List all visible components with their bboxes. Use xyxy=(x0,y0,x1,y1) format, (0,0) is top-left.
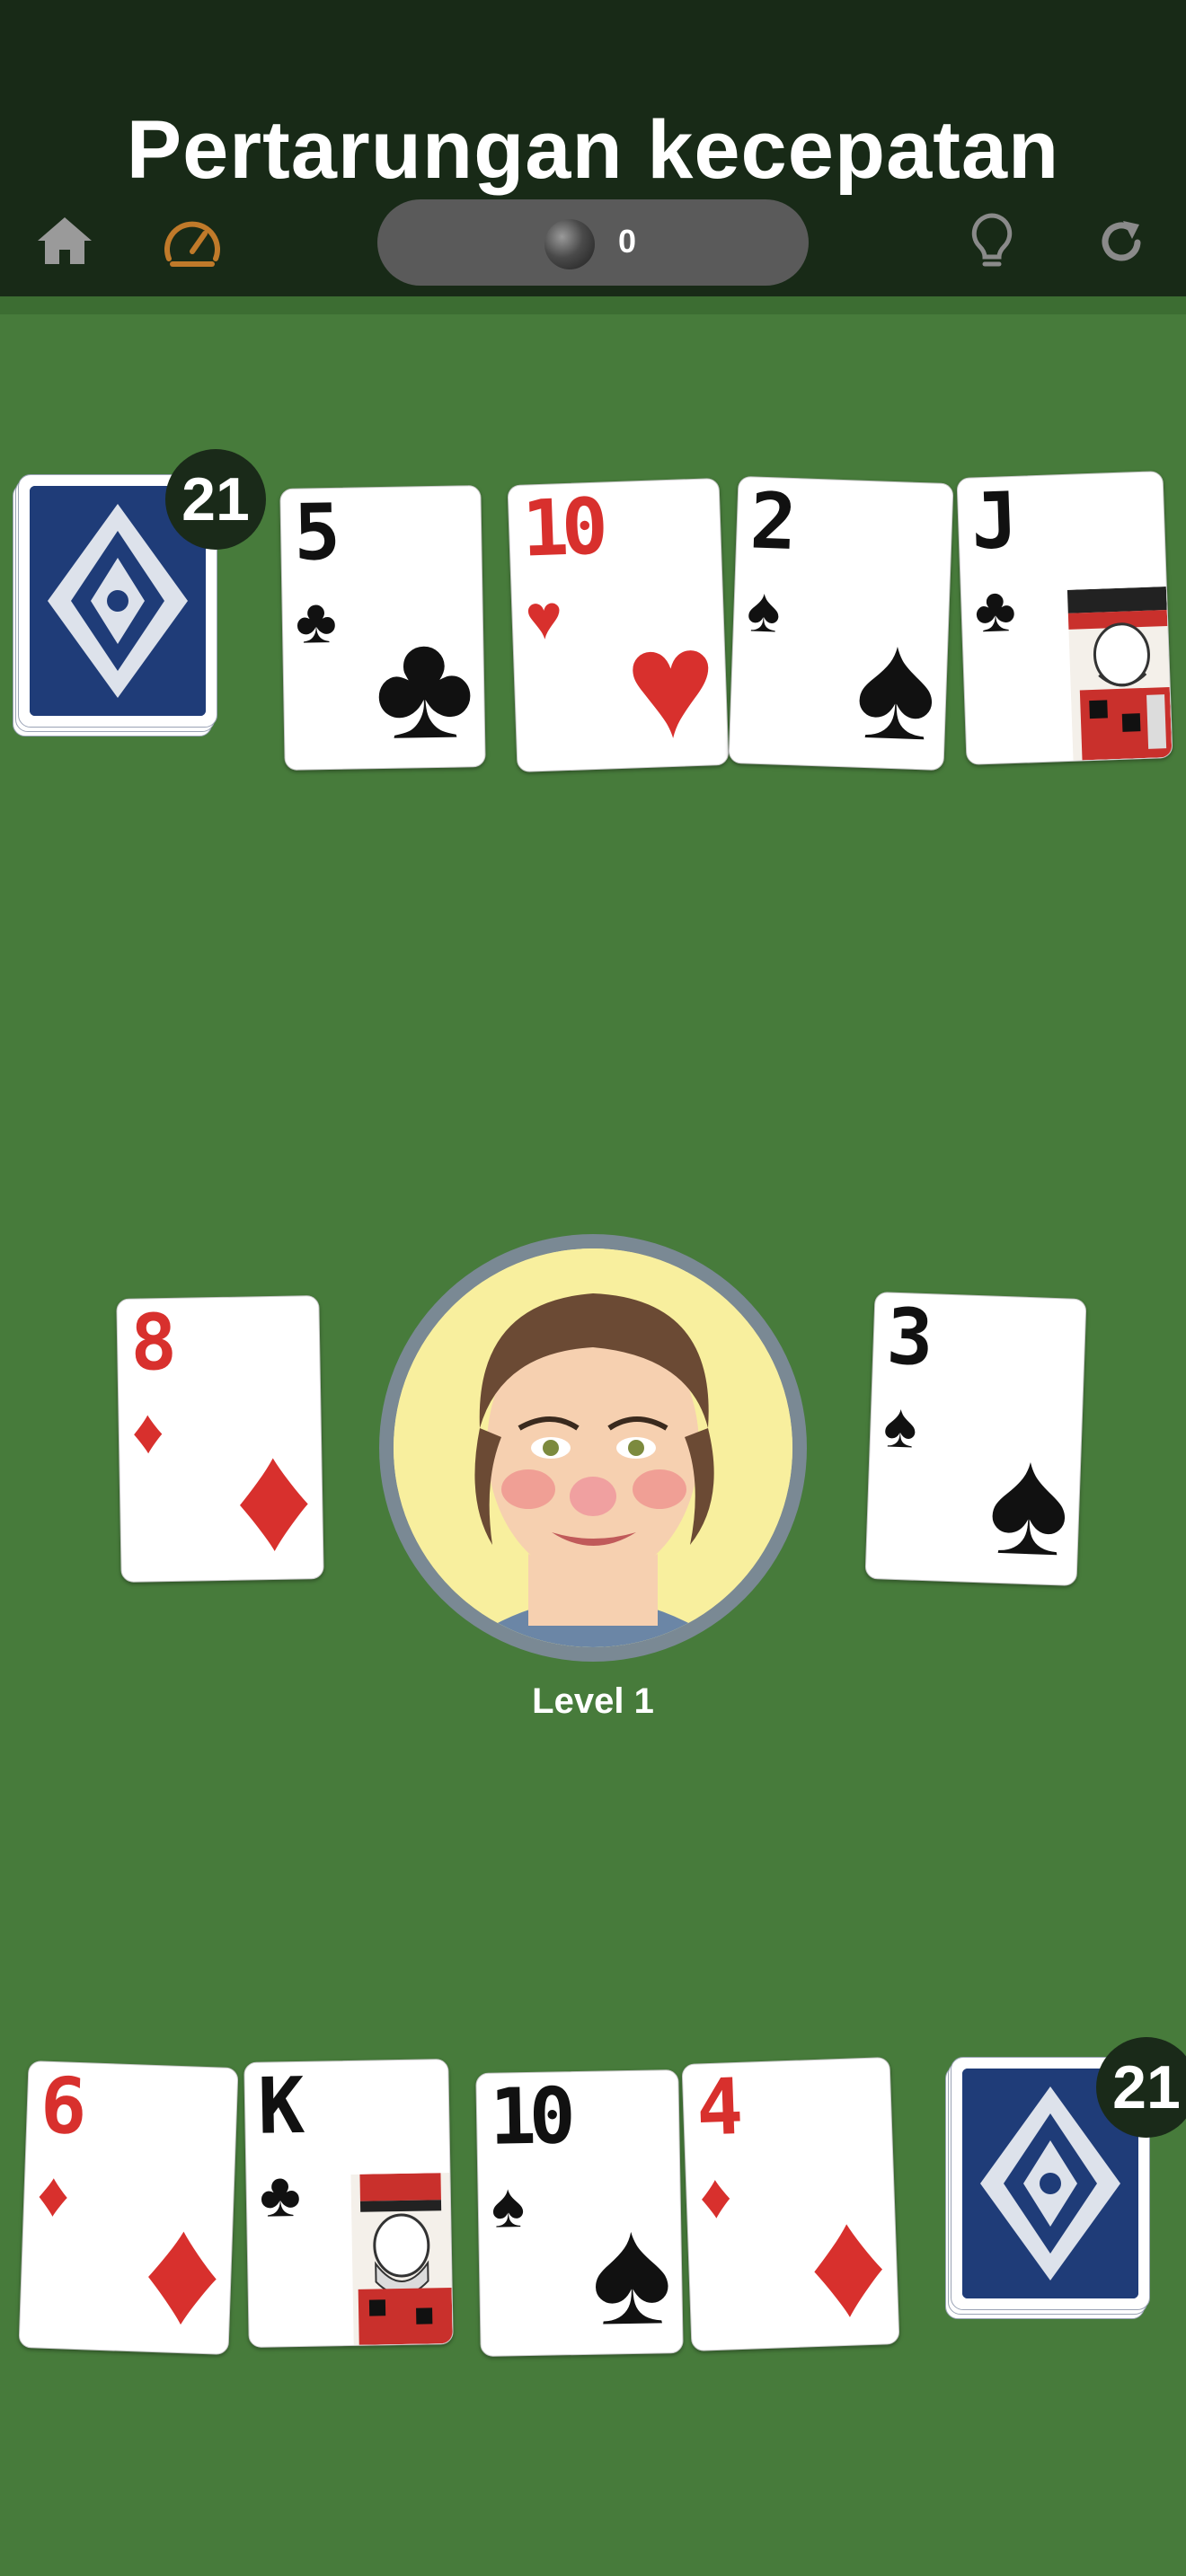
opponent-card-1: 5 ♣ ♣ xyxy=(279,485,486,771)
diamond-icon: ♦ xyxy=(140,2183,225,2355)
header-divider xyxy=(0,296,1186,314)
card-rank: J xyxy=(969,476,1013,568)
home-icon[interactable] xyxy=(36,216,93,266)
speedometer-icon[interactable] xyxy=(164,214,221,268)
diamond-icon: ♦ xyxy=(806,2176,890,2351)
diamond-icon: ♦ xyxy=(233,1411,314,1583)
spade-icon: ♠ xyxy=(589,2185,674,2357)
opponent-level-label: Level 1 xyxy=(532,1681,654,1721)
player-card-3[interactable]: 10 ♠ ♠ xyxy=(475,2069,684,2357)
card-rank: 2 xyxy=(748,476,792,568)
score-display: 0 xyxy=(377,199,809,286)
card-rank: 3 xyxy=(885,1292,928,1383)
coin-icon xyxy=(544,219,595,269)
opponent-avatar xyxy=(379,1234,807,1662)
page-title: Pertarungan kecepatan xyxy=(126,104,1060,196)
heart-icon: ♥ xyxy=(524,581,564,653)
card-rank: 4 xyxy=(695,2062,738,2154)
spade-icon: ♠ xyxy=(882,1389,919,1461)
spade-icon: ♠ xyxy=(746,574,783,646)
player-deck-count: 21 xyxy=(1096,2037,1186,2138)
lightbulb-icon[interactable] xyxy=(970,212,1013,271)
club-icon: ♣ xyxy=(973,573,1017,646)
diamond-icon: ♦ xyxy=(698,2160,733,2232)
opponent-card-2: 10 ♥ ♥ xyxy=(507,477,730,773)
opponent-deck-count: 21 xyxy=(165,449,266,550)
diamond-icon: ♦ xyxy=(36,2158,71,2230)
player-card-2[interactable]: K ♣ xyxy=(243,2059,454,2348)
card-rank: 8 xyxy=(129,1297,171,1389)
spade-icon: ♠ xyxy=(985,1415,1073,1587)
left-center-pile[interactable]: 8 ♦ ♦ xyxy=(116,1295,324,1583)
score-value: 0 xyxy=(618,223,637,260)
card-rank: K xyxy=(257,2060,298,2152)
diamond-icon: ♦ xyxy=(131,1396,165,1467)
club-icon: ♣ xyxy=(372,599,476,771)
card-rank: 6 xyxy=(39,2060,82,2153)
opponent-face xyxy=(394,1248,792,1647)
card-rank: 10 xyxy=(489,2071,570,2163)
club-icon: ♣ xyxy=(259,2158,302,2230)
jack-face-art xyxy=(1067,587,1173,761)
player-card-4[interactable]: 4 ♦ ♦ xyxy=(681,2057,900,2351)
spade-icon: ♠ xyxy=(852,599,940,772)
heart-icon: ♥ xyxy=(623,597,720,772)
top-bar: Pertarungan kecepatan 0 xyxy=(0,0,1186,296)
restart-icon[interactable] xyxy=(1094,216,1148,269)
card-rank: 10 xyxy=(520,481,603,575)
player-card-1[interactable]: 6 ♦ ♦ xyxy=(18,2060,239,2355)
spade-icon: ♠ xyxy=(491,2170,526,2241)
club-icon: ♣ xyxy=(295,585,338,657)
opponent-card-4: J ♣ xyxy=(956,471,1173,765)
card-rank: 5 xyxy=(293,487,334,578)
right-center-pile[interactable]: 3 ♠ ♠ xyxy=(864,1291,1087,1587)
opponent-card-3: 2 ♠ ♠ xyxy=(728,475,954,772)
king-face-art xyxy=(350,2173,453,2345)
